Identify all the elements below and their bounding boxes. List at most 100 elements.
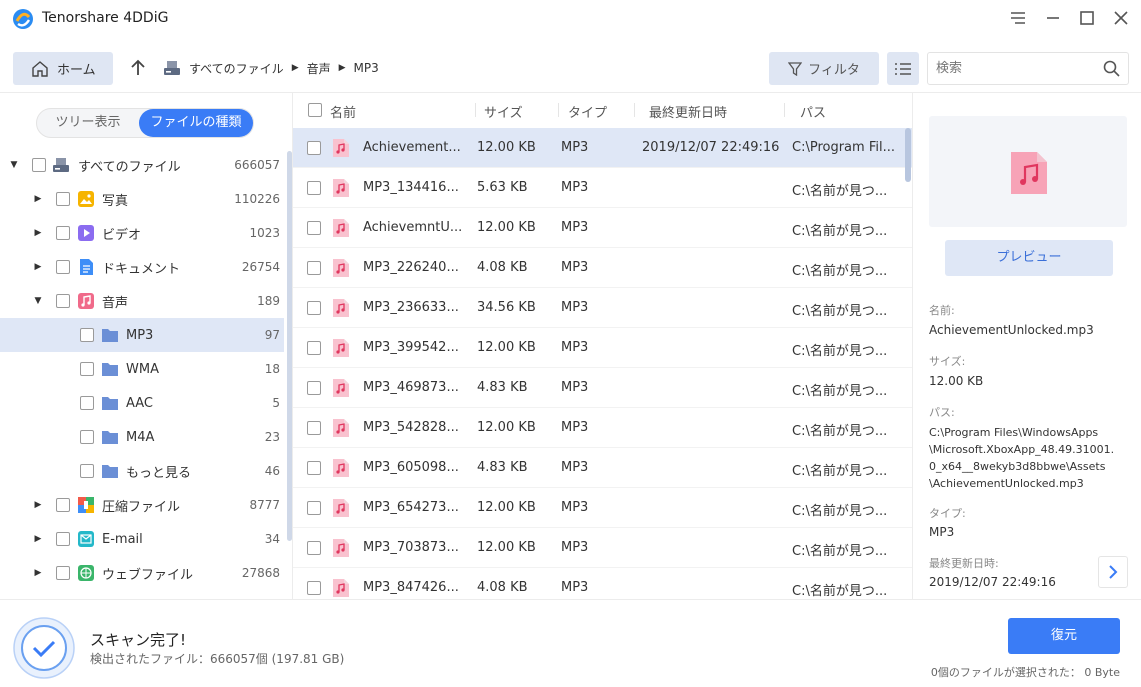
checkbox[interactable] <box>56 226 70 240</box>
search-icon[interactable] <box>1103 60 1120 77</box>
file-row[interactable]: Achievement... 12.00 KB MP3 2019/12/07 22:4… <box>293 128 912 168</box>
email-icon <box>78 531 94 547</box>
file-row[interactable]: MP3_236633... 34.56 KB MP3 C:\名前が見つ... <box>293 288 912 328</box>
expand-arrow-icon[interactable]: ▶ <box>33 228 43 238</box>
sidebar-item-photos[interactable]: ▶ 写真 110226 <box>0 182 284 216</box>
checkbox[interactable] <box>80 430 94 444</box>
maximize-icon <box>1080 11 1094 25</box>
close-button[interactable] <box>1108 6 1134 30</box>
restore-button[interactable]: 復元 <box>1008 618 1120 654</box>
column-separator[interactable] <box>784 103 785 117</box>
file-row[interactable]: AchievemntU... 12.00 KB MP3 C:\名前が見つ... <box>293 208 912 248</box>
file-name: MP3_542828... <box>363 420 459 435</box>
checkbox[interactable] <box>56 192 70 206</box>
audio-file-icon <box>333 179 349 197</box>
breadcrumb-item-audio[interactable]: 音声 <box>307 60 331 77</box>
file-row[interactable]: MP3_654273... 12.00 KB MP3 C:\名前が見つ... <box>293 488 912 528</box>
tab-tree-view[interactable]: ツリー表示 <box>37 109 139 137</box>
column-separator[interactable] <box>558 103 559 117</box>
column-header-modified[interactable]: 最終更新日時 <box>649 102 727 121</box>
up-button[interactable] <box>128 58 148 78</box>
column-header-size[interactable]: サイズ <box>484 102 523 121</box>
row-checkbox[interactable] <box>307 381 321 395</box>
column-header-name[interactable]: 名前 <box>330 102 356 121</box>
column-header-path[interactable]: パス <box>800 102 826 121</box>
sidebar-item-wma[interactable]: WMA 18 <box>0 352 284 386</box>
checkbox[interactable] <box>56 294 70 308</box>
maximize-button[interactable] <box>1074 6 1100 30</box>
minimize-button[interactable] <box>1040 6 1066 30</box>
file-list-scrollbar[interactable] <box>905 128 911 182</box>
file-row[interactable]: MP3_542828... 12.00 KB MP3 C:\名前が見つ... <box>293 408 912 448</box>
file-name: MP3_236633... <box>363 300 459 315</box>
row-checkbox[interactable] <box>307 501 321 515</box>
sidebar-item-archives[interactable]: ▶ 圧縮ファイル 8777 <box>0 488 284 522</box>
row-checkbox[interactable] <box>307 141 321 155</box>
checkbox[interactable] <box>56 532 70 546</box>
row-checkbox[interactable] <box>307 261 321 275</box>
sidebar-item-all-files[interactable]: ▼ すべてのファイル 666057 <box>0 148 284 182</box>
column-header-type[interactable]: タイプ <box>568 102 607 121</box>
expand-arrow-icon[interactable]: ▶ <box>33 534 43 544</box>
file-row[interactable]: MP3_703873... 12.00 KB MP3 C:\名前が見つ... <box>293 528 912 568</box>
checkbox[interactable] <box>56 498 70 512</box>
checkbox[interactable] <box>56 566 70 580</box>
column-separator[interactable] <box>634 103 635 117</box>
column-separator[interactable] <box>475 103 476 117</box>
sidebar-item-mp3[interactable]: MP3 97 <box>0 318 284 352</box>
row-checkbox[interactable] <box>307 301 321 315</box>
next-file-button[interactable] <box>1098 556 1128 588</box>
filter-button[interactable]: フィルタ <box>769 52 879 85</box>
file-row[interactable]: MP3_469873... 4.83 KB MP3 C:\名前が見つ... <box>293 368 912 408</box>
file-size: 5.63 KB <box>477 180 528 195</box>
list-view-button[interactable] <box>887 52 919 85</box>
checkbox[interactable] <box>80 328 94 342</box>
menu-button[interactable] <box>1005 6 1031 30</box>
breadcrumb-item-all[interactable]: すべてのファイル <box>189 60 284 77</box>
row-checkbox[interactable] <box>307 181 321 195</box>
video-icon <box>78 225 94 241</box>
file-row[interactable]: MP3_134416... 5.63 KB MP3 C:\名前が見つ... <box>293 168 912 208</box>
row-checkbox[interactable] <box>307 341 321 355</box>
select-all-checkbox[interactable] <box>308 103 322 117</box>
sidebar-item-more[interactable]: もっと見る 46 <box>0 454 284 488</box>
expand-arrow-icon[interactable]: ▶ <box>33 262 43 272</box>
collapse-arrow-icon[interactable]: ▼ <box>9 160 19 170</box>
checkbox[interactable] <box>80 464 94 478</box>
row-checkbox[interactable] <box>307 581 321 595</box>
file-row[interactable]: MP3_399542... 12.00 KB MP3 C:\名前が見つ... <box>293 328 912 368</box>
checkbox[interactable] <box>56 260 70 274</box>
sidebar-item-audio[interactable]: ▼ 音声 189 <box>0 284 284 318</box>
row-checkbox[interactable] <box>307 421 321 435</box>
sidebar-item-m4a[interactable]: M4A 23 <box>0 420 284 454</box>
file-row[interactable]: MP3_605098... 4.83 KB MP3 C:\名前が見つ... <box>293 448 912 488</box>
checkbox[interactable] <box>80 362 94 376</box>
search-input[interactable] <box>928 53 1088 84</box>
file-row[interactable]: MP3_226240... 4.08 KB MP3 C:\名前が見つ... <box>293 248 912 288</box>
row-checkbox[interactable] <box>307 541 321 555</box>
preview-button[interactable]: プレビュー <box>945 240 1113 276</box>
search-box[interactable] <box>927 52 1129 85</box>
collapse-arrow-icon[interactable]: ▼ <box>33 296 43 306</box>
file-type: MP3 <box>561 420 589 435</box>
expand-arrow-icon[interactable]: ▶ <box>33 568 43 578</box>
expand-arrow-icon[interactable]: ▶ <box>33 500 43 510</box>
checkbox[interactable] <box>80 396 94 410</box>
file-name: MP3_654273... <box>363 500 459 515</box>
sidebar-item-web-files[interactable]: ▶ ウェブファイル 27868 <box>0 556 284 590</box>
checkbox[interactable] <box>32 158 46 172</box>
chevron-right-icon <box>1109 565 1118 579</box>
audio-file-icon <box>333 339 349 357</box>
tab-file-type[interactable]: ファイルの種類 <box>139 109 253 137</box>
expand-arrow-icon[interactable]: ▶ <box>33 194 43 204</box>
sidebar-item-email[interactable]: ▶ E-mail 34 <box>0 522 284 556</box>
scan-complete-icon <box>13 617 75 679</box>
breadcrumb-item-mp3[interactable]: MP3 <box>354 61 379 75</box>
sidebar-item-video[interactable]: ▶ ビデオ 1023 <box>0 216 284 250</box>
sidebar-item-documents[interactable]: ▶ ドキュメント 26754 <box>0 250 284 284</box>
row-checkbox[interactable] <box>307 221 321 235</box>
home-button[interactable]: ホーム <box>13 52 113 85</box>
audio-file-icon <box>333 139 349 157</box>
sidebar-item-aac[interactable]: AAC 5 <box>0 386 284 420</box>
row-checkbox[interactable] <box>307 461 321 475</box>
